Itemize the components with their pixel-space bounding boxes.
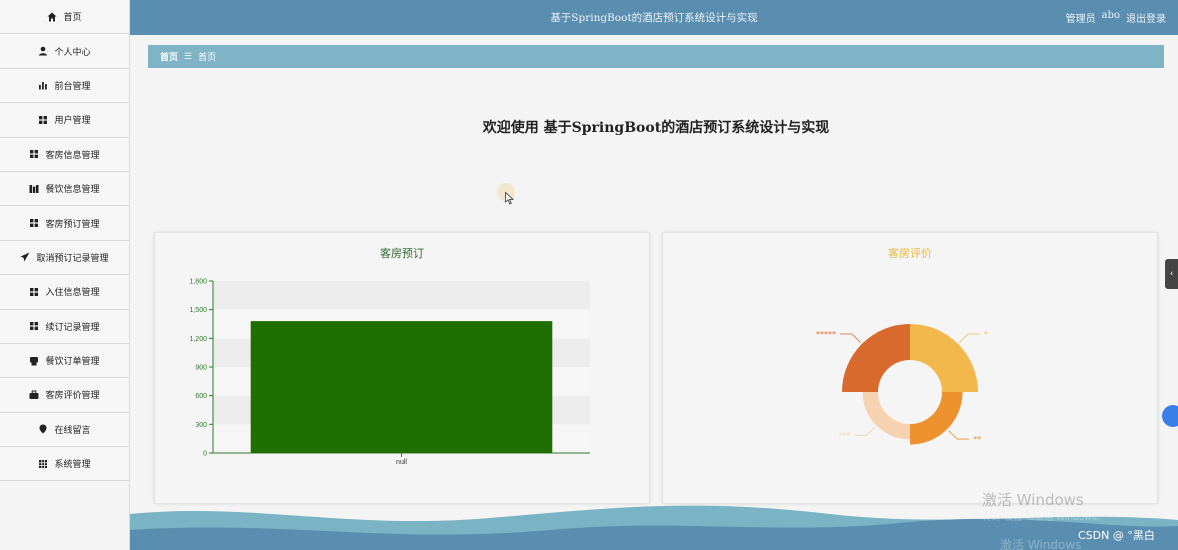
slice-label: *****: [816, 330, 836, 339]
sidebar: 首页个人中心前台管理用户管理客房信息管理 餐饮信息管理 客房预订管理 取消预订记录管理…: [0, 0, 130, 550]
panel-collapse-toggle[interactable]: ‹: [1165, 259, 1178, 289]
user-icon: [39, 46, 48, 56]
sidebar-item-3[interactable]: 用户管理: [0, 103, 129, 138]
send-icon: [20, 252, 30, 262]
sidebar-item-12[interactable]: 在线留言: [0, 412, 129, 448]
slice-label: *: [984, 330, 988, 339]
table-icon: [39, 459, 48, 468]
sidebar-item-label: 取消预订记录管理: [36, 253, 109, 264]
sidebar-item-1[interactable]: 个人中心: [0, 34, 129, 69]
y-tick-label: 1,800: [189, 279, 207, 286]
sidebar-item-4[interactable]: 客房信息管理: [0, 137, 129, 172]
sidebar-item-label: 续订记录管理: [45, 322, 100, 333]
slice-leader-line: [948, 430, 970, 440]
grid-icon: [39, 115, 48, 124]
bar: [250, 321, 553, 453]
welcome-message: 欢迎使用 基于SpringBoot的酒店预订系统设计与实现: [148, 117, 1164, 137]
username: abo: [1101, 10, 1120, 21]
room-review-chart-card: 客房评价 * ** *** *****: [663, 233, 1157, 503]
sidebar-item-label: 客房评价管理: [45, 391, 100, 402]
sidebar-item-label: 客房信息管理: [45, 150, 100, 161]
y-tick-label: 900: [195, 365, 207, 372]
print-icon: [30, 356, 39, 366]
user-role: 管理员: [1065, 14, 1096, 25]
sidebar-item-10[interactable]: 餐饮订单管理: [0, 343, 129, 379]
slice-label: **: [973, 435, 981, 444]
sidebar-item-label: 系统管理: [54, 460, 91, 471]
chevron-left-icon: ‹: [1169, 269, 1174, 279]
grid-icon: [30, 322, 39, 331]
breadcrumb-home[interactable]: 首页: [160, 50, 178, 63]
sidebar-item-label: 在线留言: [54, 425, 91, 436]
sidebar-item-label: 客房预订管理: [45, 219, 100, 230]
mouse-cursor-icon: [505, 192, 514, 205]
grid-band: [213, 281, 590, 310]
breadcrumb-current: 首页: [198, 53, 217, 63]
x-tick-label: null: [396, 459, 407, 466]
y-tick-label: 0: [203, 451, 207, 458]
windows-activation-watermark: 激活 Windows: [982, 491, 1084, 509]
briefcase-icon: [29, 390, 39, 399]
sidebar-item-8[interactable]: 入住信息管理: [0, 275, 129, 310]
sidebar-item-label: 首页: [63, 13, 82, 24]
welcome-system-name: 基于SpringBoot的酒店预订系统设计与实现: [543, 120, 830, 136]
slice-label: ***: [839, 431, 851, 440]
sidebar-item-label: 餐饮信息管理: [45, 185, 100, 196]
sidebar-item-0[interactable]: 首页: [0, 0, 129, 35]
pin-icon: [39, 424, 47, 434]
grid-icon: [30, 150, 39, 159]
slice-leader-line: [959, 333, 980, 343]
room-booking-bar-chart: 0 300 600 900 1,200 1,500 1,800 null: [189, 279, 590, 466]
sidebar-item-7[interactable]: 取消预订记录管理: [0, 240, 129, 276]
slice-leader-line: [840, 333, 861, 343]
y-tick-label: 1,200: [189, 336, 207, 343]
grid-icon: [30, 219, 39, 228]
room-review-rose-chart: ***********: [816, 324, 988, 445]
top-header: 基于SpringBoot的酒店预订系统设计与实现 管理员 abo 退出登录: [130, 0, 1178, 35]
windows-activation-watermark-2: 激活 Windows: [1000, 538, 1082, 550]
logout-link[interactable]: 退出登录: [1126, 10, 1166, 25]
breadcrumb: 首页 ☰ 首页: [148, 45, 1164, 68]
y-tick-label: 300: [195, 422, 207, 429]
y-tick-label: 600: [195, 393, 207, 400]
home-icon: [47, 12, 57, 22]
sidebar-item-2[interactable]: 前台管理: [0, 68, 129, 104]
sidebar-item-label: 入住信息管理: [45, 288, 100, 299]
bar-chart-icon: [39, 82, 48, 90]
sidebar-item-label: 个人中心: [54, 47, 91, 58]
header-user-area: 管理员 abo 退出登录: [1066, 10, 1166, 25]
system-title: 基于SpringBoot的酒店预订系统设计与实现: [550, 12, 758, 24]
floating-assistant-icon[interactable]: [1162, 405, 1178, 427]
y-tick-label: 1,500: [189, 307, 207, 314]
sidebar-item-11[interactable]: 客房评价管理: [0, 378, 129, 413]
columns-icon: [29, 184, 39, 193]
slice-leader-line: [854, 426, 876, 436]
sidebar-item-9[interactable]: 续订记录管理: [0, 309, 129, 344]
sidebar-item-5[interactable]: 餐饮信息管理: [0, 171, 129, 207]
breadcrumb-separator-icon: ☰: [184, 51, 193, 62]
welcome-prefix: 欢迎使用: [482, 120, 539, 136]
grid-icon: [30, 287, 39, 296]
sidebar-item-label: 前台管理: [54, 81, 91, 92]
sidebar-item-13[interactable]: 系统管理: [0, 447, 129, 482]
sidebar-item-label: 餐饮订单管理: [45, 357, 100, 368]
sidebar-item-label: 用户管理: [54, 116, 91, 127]
csdn-watermark: CSDN @ °黑白: [1078, 529, 1155, 542]
room-booking-chart-card: 客房预订 0 300 600 900 1,200 1,500 1,800 null: [155, 233, 649, 503]
windows-activation-hint: 转到"设置"以激活 Windows。: [982, 513, 1106, 523]
sidebar-item-6[interactable]: 客房预订管理: [0, 206, 129, 241]
